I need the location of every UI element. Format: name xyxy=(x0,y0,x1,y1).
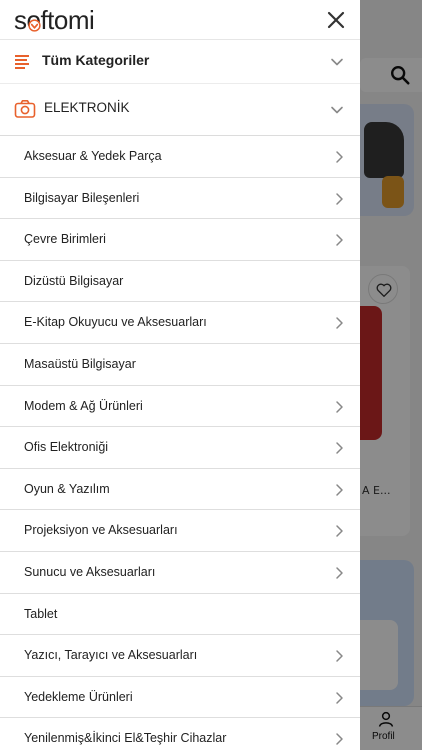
category-item[interactable]: Bilgisayar Bileşenleri xyxy=(0,178,360,220)
category-item[interactable]: Modem & Ağ Ürünleri xyxy=(0,386,360,428)
category-item[interactable]: E-Kitap Okuyucu ve Aksesuarları xyxy=(0,302,360,344)
category-label: Yedekleme Ürünleri xyxy=(24,689,133,704)
category-item[interactable]: Tablet xyxy=(0,594,360,636)
all-categories-label: Tüm Kategoriler xyxy=(42,52,150,68)
category-list: Aksesuar & Yedek Parça Bilgisayar Bileşen… xyxy=(0,136,360,750)
softomi-logo[interactable]: softomi xyxy=(14,5,95,36)
category-item[interactable]: Dizüstü Bilgisayar xyxy=(0,261,360,303)
category-drawer: softomi Tüm Kategoriler ELEKTRONİK Akses… xyxy=(0,0,360,750)
category-label: Çevre Birimleri xyxy=(24,232,106,247)
category-label: E-Kitap Okuyucu ve Aksesuarları xyxy=(24,315,207,330)
chevron-right-icon xyxy=(336,192,343,205)
all-categories-toggle[interactable]: Tüm Kategoriler xyxy=(0,40,360,84)
category-label: Sunucu ve Aksesuarları xyxy=(24,564,156,579)
category-label: Masaüstü Bilgisayar xyxy=(24,356,136,371)
category-label: Projeksiyon ve Aksesuarları xyxy=(24,523,178,538)
chevron-right-icon xyxy=(336,567,343,579)
category-item[interactable]: Masaüstü Bilgisayar xyxy=(0,344,360,386)
chevron-right-icon xyxy=(336,151,343,163)
category-item[interactable]: Yenilenmiş&İkinci El&Teşhir Cihazlar xyxy=(0,718,360,750)
chevron-right-icon xyxy=(336,691,343,704)
category-label: Ofis Elektroniği xyxy=(24,440,109,455)
chevron-down-icon xyxy=(331,106,343,114)
chevron-right-icon xyxy=(336,234,343,246)
category-item[interactable]: Yazıcı, Tarayıcı ve Aksesuarları xyxy=(0,635,360,677)
chevron-right-icon xyxy=(336,442,343,454)
category-label: Yazıcı, Tarayıcı ve Aksesuarları xyxy=(24,648,198,663)
chevron-right-icon xyxy=(336,733,343,746)
drawer-header: softomi xyxy=(0,0,360,40)
category-label: Bilgisayar Bileşenleri xyxy=(24,190,140,205)
list-icon xyxy=(15,55,29,69)
section-elektronik-toggle[interactable]: ELEKTRONİK xyxy=(0,84,360,136)
logo-check-icon xyxy=(28,19,41,32)
category-label: Oyun & Yazılım xyxy=(24,481,110,496)
category-item[interactable]: Yedekleme Ürünleri xyxy=(0,677,360,719)
category-label: Dizüstü Bilgisayar xyxy=(24,273,124,288)
section-label: ELEKTRONİK xyxy=(44,100,130,115)
category-label: Modem & Ağ Ürünleri xyxy=(24,398,143,413)
chevron-right-icon xyxy=(336,400,343,413)
category-item[interactable]: Sunucu ve Aksesuarları xyxy=(0,552,360,594)
chevron-down-icon xyxy=(331,58,343,66)
category-item[interactable]: Oyun & Yazılım xyxy=(0,469,360,511)
chevron-right-icon xyxy=(336,525,343,538)
category-label: Tablet xyxy=(24,606,58,621)
category-item[interactable]: Ofis Elektroniği xyxy=(0,427,360,469)
category-item[interactable]: Çevre Birimleri xyxy=(0,219,360,261)
category-item[interactable]: Projeksiyon ve Aksesuarları xyxy=(0,510,360,552)
category-item[interactable]: Aksesuar & Yedek Parça xyxy=(0,136,360,178)
close-icon[interactable] xyxy=(324,8,348,32)
category-label: Aksesuar & Yedek Parça xyxy=(24,149,162,163)
category-label: Yenilenmiş&İkinci El&Teşhir Cihazlar xyxy=(24,731,227,746)
chevron-right-icon xyxy=(336,650,343,662)
chevron-right-icon xyxy=(336,317,343,330)
chevron-right-icon xyxy=(336,484,343,496)
camera-icon xyxy=(14,100,36,118)
